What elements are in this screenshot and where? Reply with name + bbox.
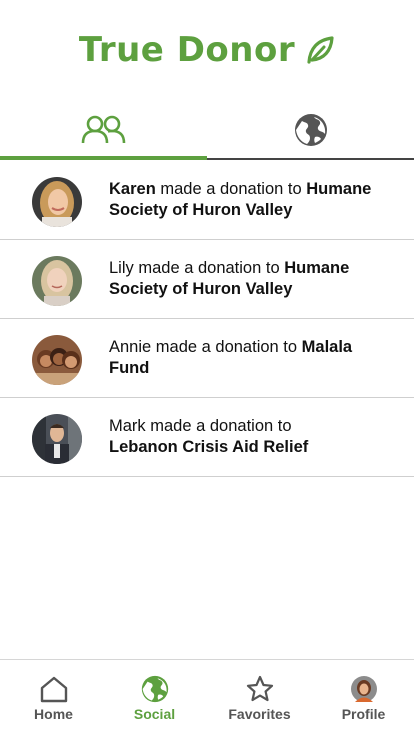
avatar xyxy=(32,414,82,464)
feed-item-text: Mark made a donation to Lebanon Crisis A… xyxy=(109,416,389,458)
nav-home[interactable]: Home xyxy=(2,660,105,737)
people-icon xyxy=(81,115,127,150)
avatar xyxy=(32,335,82,385)
home-icon xyxy=(39,674,69,704)
donor-name: Lily xyxy=(109,259,134,277)
donation-verb: made a donation to xyxy=(155,180,307,198)
app-title: True Donor xyxy=(78,30,296,70)
donation-verb: made a donation to xyxy=(151,338,302,356)
nav-favorites-label: Favorites xyxy=(228,706,291,722)
feed-item[interactable]: Lily made a donation to Humane Society o… xyxy=(0,240,414,319)
donor-name: Karen xyxy=(109,180,156,198)
nav-favorites[interactable]: Favorites xyxy=(208,660,311,737)
nav-profile[interactable]: Profile xyxy=(312,660,414,737)
bottom-nav: Home Social Favorites Profile xyxy=(0,659,414,737)
nav-profile-label: Profile xyxy=(341,706,386,722)
leaf-icon xyxy=(305,35,335,65)
donation-verb: made a donation to xyxy=(145,417,292,435)
nav-social-label: Social xyxy=(133,706,176,722)
feed-item-text: Annie made a donation to Malala Fund xyxy=(109,337,389,379)
feed-tabs xyxy=(0,104,414,162)
tab-social[interactable] xyxy=(0,104,207,160)
feed-item[interactable]: Annie made a donation to Malala Fund xyxy=(0,319,414,398)
donation-feed: Karen made a donation to Humane Society … xyxy=(0,161,414,477)
donor-name: Mark xyxy=(109,417,146,435)
donation-verb: made a donation to xyxy=(133,259,285,277)
nav-social[interactable]: Social xyxy=(103,660,206,737)
star-icon xyxy=(245,674,275,704)
nav-home-label: Home xyxy=(34,706,73,722)
feed-item[interactable]: Mark made a donation to Lebanon Crisis A… xyxy=(0,398,414,477)
active-tab-indicator xyxy=(0,156,207,160)
feed-item[interactable]: Karen made a donation to Humane Society … xyxy=(0,161,414,240)
avatar xyxy=(32,256,82,306)
donor-name: Annie xyxy=(109,338,152,356)
profile-avatar xyxy=(350,674,377,704)
tab-divider xyxy=(207,158,414,160)
tab-global[interactable] xyxy=(207,104,414,160)
app-header: True Donor xyxy=(0,0,414,100)
feed-item-text: Lily made a donation to Humane Society o… xyxy=(109,258,389,300)
avatar xyxy=(32,177,82,227)
feed-item-text: Karen made a donation to Humane Society … xyxy=(109,179,389,221)
organization-name[interactable]: Lebanon Crisis Aid Relief xyxy=(109,438,308,456)
globe-icon xyxy=(294,113,328,152)
globe-icon xyxy=(141,674,169,704)
